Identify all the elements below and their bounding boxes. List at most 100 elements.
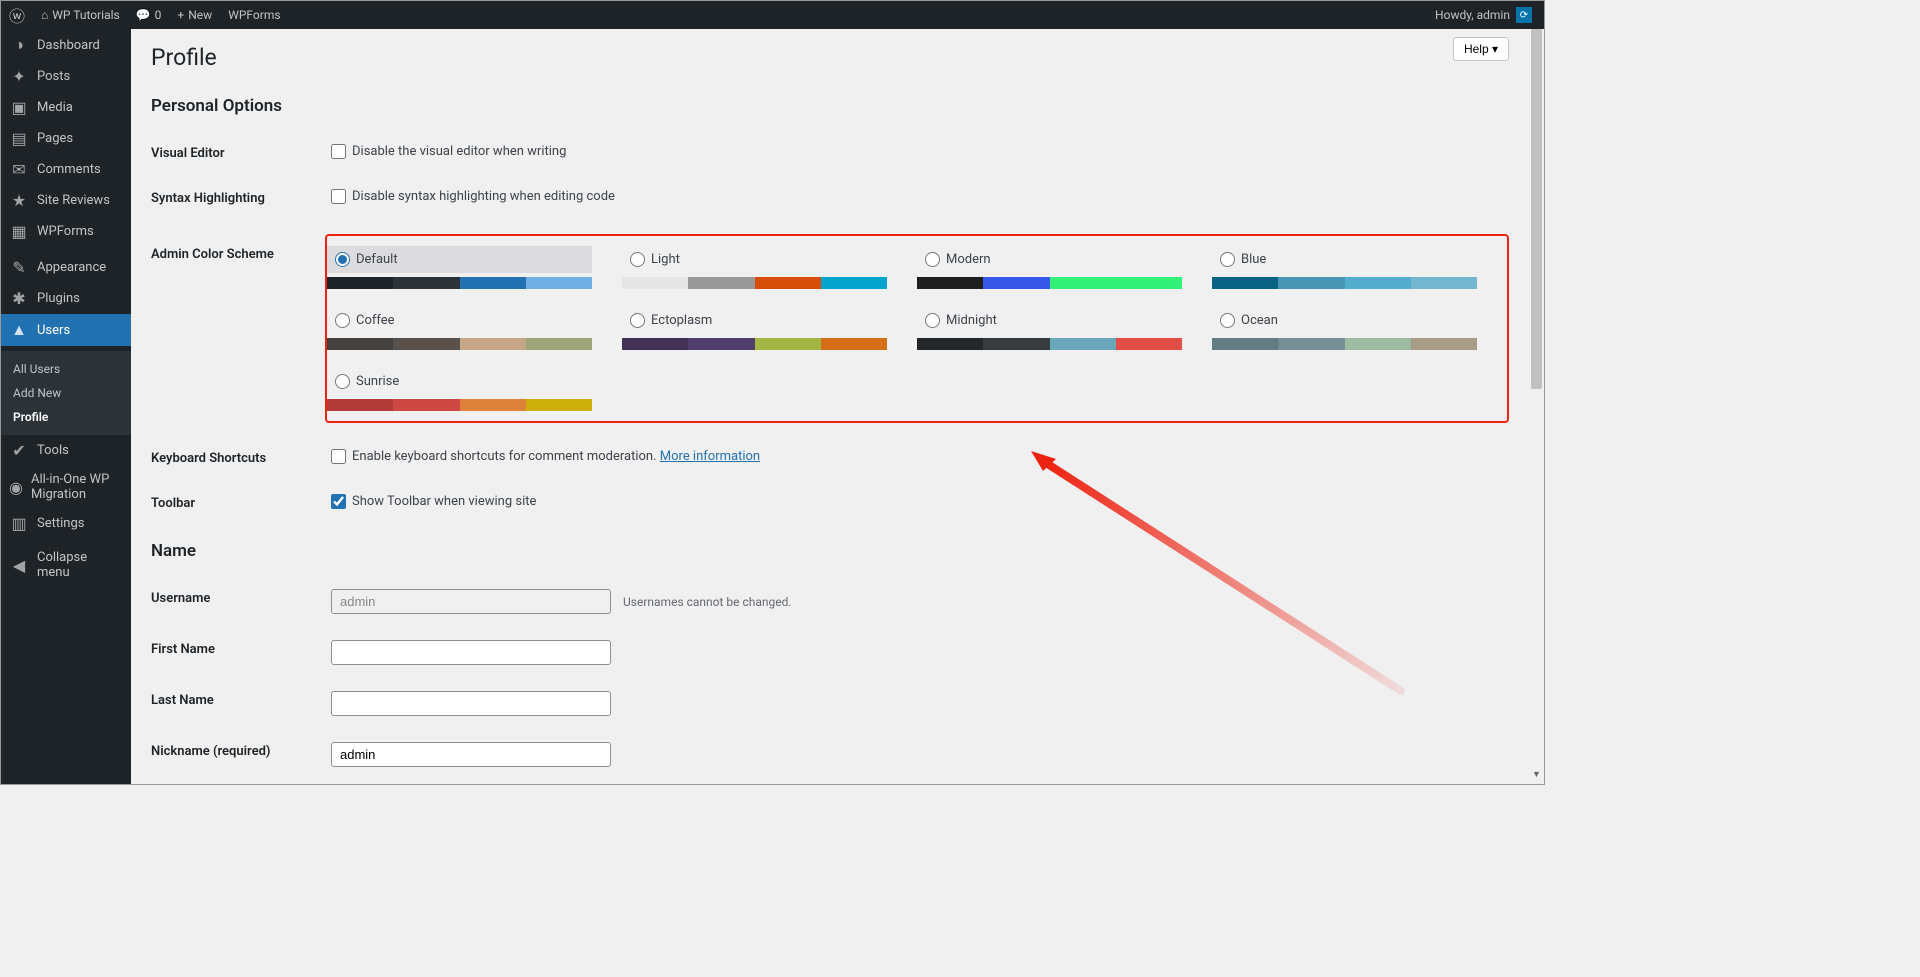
row-label-shortcuts: Keyboard Shortcuts [151, 436, 331, 481]
wpforms-label: WPForms [228, 8, 280, 22]
color-swatches [917, 277, 1182, 289]
sidebar-item-posts[interactable]: ✦Posts [1, 61, 131, 92]
color-scheme-radio[interactable] [335, 374, 350, 389]
syntax-toggle[interactable]: Disable syntax highlighting when editing… [331, 189, 615, 204]
site-name-menu[interactable]: ⌂WP Tutorials [33, 1, 128, 29]
scrollbar-thumb[interactable] [1531, 29, 1542, 389]
swatch [1278, 277, 1344, 289]
menu-label: Site Reviews [37, 193, 110, 208]
color-swatches [622, 338, 887, 350]
visual-editor-toggle[interactable]: Disable the visual editor when writing [331, 144, 566, 159]
color-scheme-ectoplasm[interactable]: Ectoplasm [622, 307, 887, 350]
sidebar-item-plugins[interactable]: ✱Plugins [1, 283, 131, 314]
sidebar-subitem-add-new[interactable]: Add New [1, 381, 131, 405]
color-scheme-radio[interactable] [925, 252, 940, 267]
color-scheme-label[interactable]: Ectoplasm [622, 307, 887, 334]
sidebar-item-pages[interactable]: ▤Pages [1, 123, 131, 154]
color-scheme-label[interactable]: Default [327, 246, 592, 273]
comments-menu[interactable]: 💬0 [128, 1, 170, 29]
sidebar-item-tools[interactable]: ✔ Tools [1, 435, 131, 466]
sidebar-item-all-in-one-wp-migration[interactable]: ◉All-in-One WP Migration [1, 466, 131, 508]
sidebar-item-media[interactable]: ▣Media [1, 92, 131, 123]
swatch [327, 277, 393, 289]
sidebar-subitem-all-users[interactable]: All Users [1, 357, 131, 381]
color-scheme-modern[interactable]: Modern [917, 246, 1182, 289]
sidebar-item-settings[interactable]: ▥Settings [1, 508, 131, 539]
help-button[interactable]: Help ▾ [1453, 37, 1509, 61]
shortcuts-text: Enable keyboard shortcuts for comment mo… [352, 449, 657, 464]
sidebar-item-wpforms[interactable]: ▦WPForms [1, 216, 131, 247]
swatch [1411, 338, 1477, 350]
scroll-down-icon[interactable]: ▼ [1529, 769, 1544, 784]
color-scheme-label[interactable]: Midnight [917, 307, 1182, 334]
my-account-menu[interactable]: Howdy, admin ⟳ [1427, 1, 1540, 29]
nickname-input[interactable] [331, 742, 611, 767]
sidebar-subitem-profile[interactable]: Profile [1, 405, 131, 429]
scrollbar-track[interactable]: ▲ ▼ [1529, 29, 1544, 784]
color-scheme-default[interactable]: Default [327, 246, 592, 289]
sidebar-item-dashboard[interactable]: ◑Dashboard [1, 29, 131, 61]
swatch [1212, 338, 1278, 350]
color-scheme-label[interactable]: Light [622, 246, 887, 273]
wpforms-menu[interactable]: WPForms [220, 1, 288, 29]
personal-options-table: Visual Editor Disable the visual editor … [151, 131, 1509, 526]
section-personal-options: Personal Options [151, 81, 1509, 131]
sidebar-item-collapse-menu[interactable]: ◀Collapse menu [1, 544, 131, 586]
swatch [327, 338, 393, 350]
color-scheme-radio[interactable] [1220, 313, 1235, 328]
sidebar-item-users[interactable]: ▲Users [1, 314, 131, 346]
menu-label: All-in-One WP Migration [31, 472, 123, 502]
sidebar-item-site-reviews[interactable]: ★Site Reviews [1, 185, 131, 216]
shortcuts-more-info-link[interactable]: More information [660, 449, 760, 464]
toolbar-checkbox[interactable] [331, 494, 346, 509]
color-scheme-label[interactable]: Ocean [1212, 307, 1477, 334]
syntax-text: Disable syntax highlighting when editing… [352, 189, 615, 204]
menu-label: Users [37, 323, 70, 338]
color-scheme-radio[interactable] [630, 313, 645, 328]
color-scheme-label[interactable]: Coffee [327, 307, 592, 334]
color-scheme-radio[interactable] [1220, 252, 1235, 267]
firstname-input[interactable] [331, 640, 611, 665]
swatch [1212, 277, 1278, 289]
color-scheme-radio[interactable] [630, 252, 645, 267]
shortcuts-checkbox[interactable] [331, 449, 346, 464]
wp-logo-menu[interactable]: ⓦ [1, 1, 33, 29]
color-scheme-name: Ocean [1241, 313, 1278, 328]
row-label-syntax: Syntax Highlighting [151, 176, 331, 221]
sidebar-item-comments[interactable]: ✉Comments [1, 154, 131, 185]
color-scheme-name: Modern [946, 252, 991, 267]
site-name: WP Tutorials [52, 8, 119, 22]
color-swatches [622, 277, 887, 289]
name-table: Username Usernames cannot be changed. Fi… [151, 576, 1509, 784]
color-scheme-midnight[interactable]: Midnight [917, 307, 1182, 350]
color-scheme-radio[interactable] [925, 313, 940, 328]
swatch [688, 277, 754, 289]
syntax-checkbox[interactable] [331, 189, 346, 204]
color-scheme-blue[interactable]: Blue [1212, 246, 1477, 289]
sidebar-item-appearance[interactable]: ✎Appearance [1, 252, 131, 283]
color-scheme-label[interactable]: Modern [917, 246, 1182, 273]
color-scheme-coffee[interactable]: Coffee [327, 307, 592, 350]
row-label-username: Username [151, 576, 331, 627]
row-label-visual-editor: Visual Editor [151, 131, 331, 176]
menu-icon: ◑ [9, 35, 29, 55]
color-scheme-label[interactable]: Blue [1212, 246, 1477, 273]
color-scheme-light[interactable]: Light [622, 246, 887, 289]
color-swatches [327, 277, 592, 289]
lastname-input[interactable] [331, 691, 611, 716]
menu-label: Tools [37, 443, 69, 458]
visual-editor-checkbox[interactable] [331, 144, 346, 159]
shortcuts-toggle[interactable]: Enable keyboard shortcuts for comment mo… [331, 449, 657, 464]
color-scheme-label[interactable]: Sunrise [327, 368, 592, 395]
toolbar-toggle[interactable]: Show Toolbar when viewing site [331, 494, 536, 509]
visual-editor-text: Disable the visual editor when writing [352, 144, 566, 159]
new-content-menu[interactable]: +New [169, 1, 220, 29]
color-scheme-radio[interactable] [335, 252, 350, 267]
menu-icon: ✔ [9, 441, 29, 460]
color-scheme-radio[interactable] [335, 313, 350, 328]
row-label-firstname: First Name [151, 627, 331, 678]
color-scheme-ocean[interactable]: Ocean [1212, 307, 1477, 350]
menu-icon: ▦ [9, 222, 29, 241]
color-scheme-sunrise[interactable]: Sunrise [327, 368, 592, 411]
help-tab[interactable]: Help ▾ [1453, 37, 1509, 61]
